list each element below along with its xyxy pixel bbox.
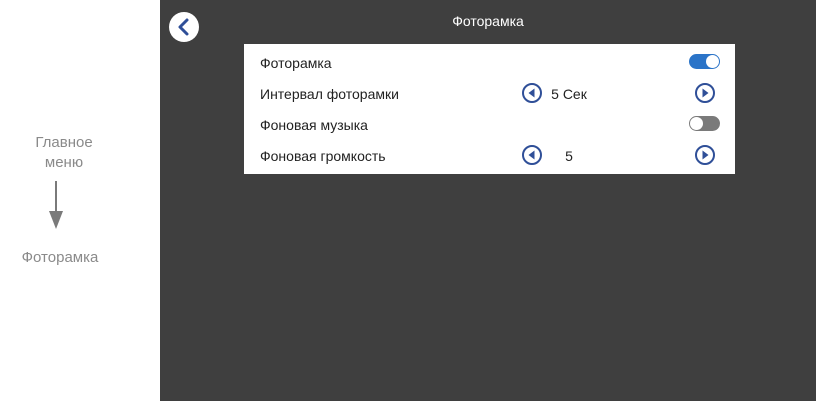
title-bar: Фоторамка xyxy=(160,0,816,42)
setting-row-photoframe: Фоторамка xyxy=(244,47,735,77)
setting-row-music: Фоновая музыка xyxy=(244,109,735,139)
annotation-source-line1: Главное xyxy=(35,134,93,151)
setting-label: Фоновая музыка xyxy=(260,117,368,133)
setting-label: Интервал фоторамки xyxy=(260,86,399,102)
toggle-knob xyxy=(706,55,719,68)
volume-value: 5 xyxy=(565,148,573,164)
setting-label: Фоновая громкость xyxy=(260,148,386,164)
navigation-annotation: Главное меню Фоторамка xyxy=(0,0,160,401)
triangle-right-icon xyxy=(702,150,709,160)
photoframe-toggle[interactable] xyxy=(689,54,720,69)
page-title: Фоторамка xyxy=(452,13,524,29)
volume-increase-button[interactable] xyxy=(695,145,715,165)
music-toggle[interactable] xyxy=(689,116,720,131)
interval-increase-button[interactable] xyxy=(695,83,715,103)
interval-value: 5 Сек xyxy=(551,86,587,102)
annotation-source-line2: меню xyxy=(44,154,84,171)
annotation-source: Главное меню xyxy=(0,133,128,173)
settings-panel: Фоторамка Интервал фоторамки 5 Сек Фонов… xyxy=(244,44,735,174)
annotation-target: Фоторамка xyxy=(21,249,99,266)
setting-row-interval: Интервал фоторамки 5 Сек xyxy=(244,78,735,108)
setting-row-volume: Фоновая громкость 5 xyxy=(244,140,735,170)
device-screen: Фоторамка Фоторамка Интервал фоторамки 5… xyxy=(160,0,816,401)
toggle-knob xyxy=(690,117,703,130)
triangle-right-icon xyxy=(702,88,709,98)
setting-label: Фоторамка xyxy=(260,55,332,71)
down-arrow-icon xyxy=(49,181,63,229)
